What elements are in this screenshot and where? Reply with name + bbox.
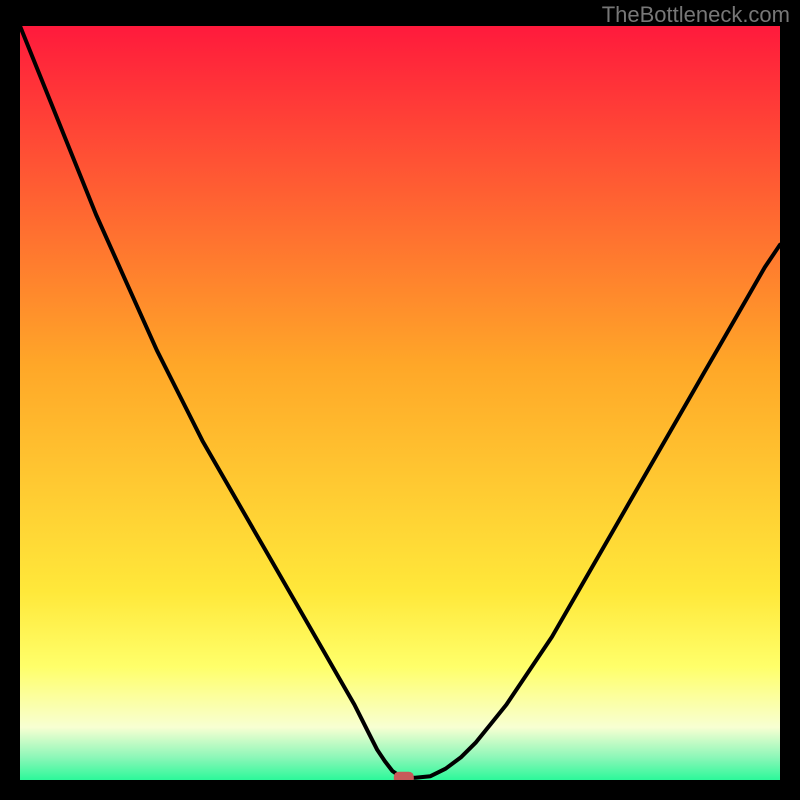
chart-svg	[20, 26, 780, 780]
chart-background	[20, 26, 780, 780]
chart-frame: TheBottleneck.com	[0, 0, 800, 800]
optimal-marker	[394, 772, 414, 780]
watermark-text: TheBottleneck.com	[602, 2, 790, 28]
bottleneck-chart	[20, 26, 780, 780]
